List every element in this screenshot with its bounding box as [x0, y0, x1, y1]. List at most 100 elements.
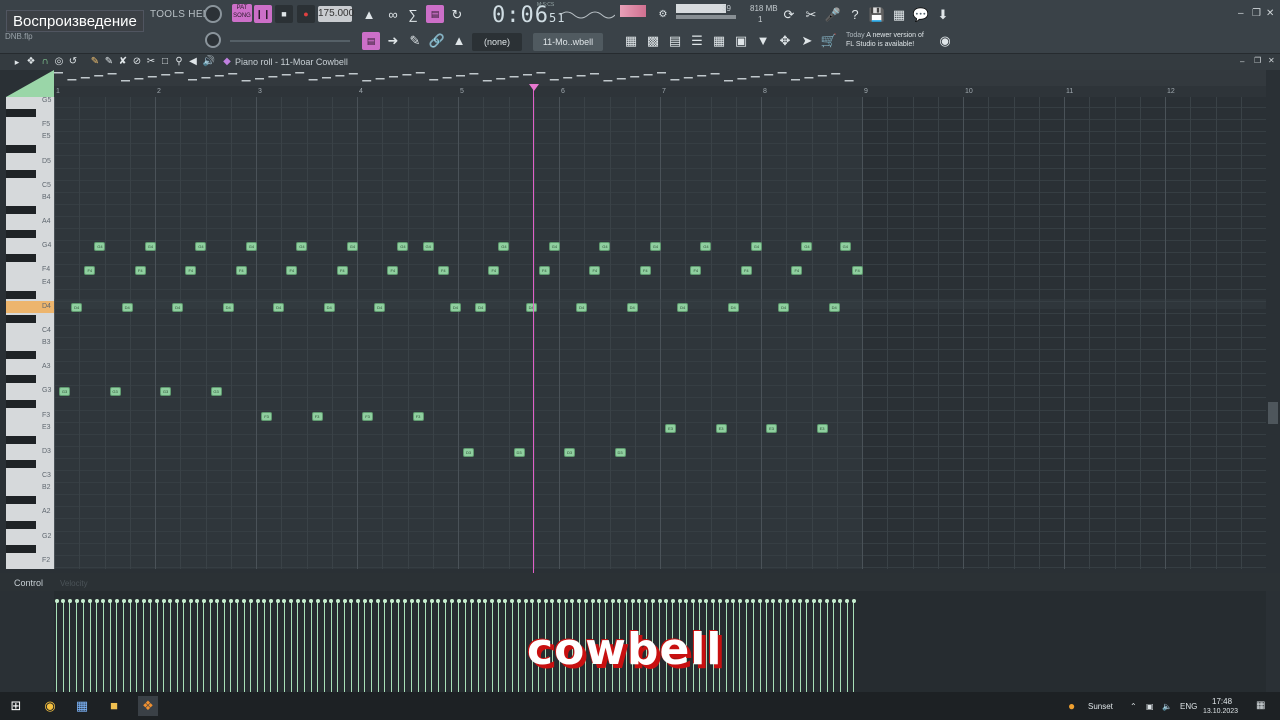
velocity-handle[interactable] — [664, 599, 669, 603]
store-app-icon[interactable]: ▦ — [72, 696, 92, 716]
velocity-bar[interactable] — [799, 602, 801, 692]
velocity-handle[interactable] — [188, 599, 193, 603]
note[interactable]: F4 — [235, 266, 247, 276]
loop-record-icon[interactable]: ↻ — [448, 6, 466, 24]
velocity-handle[interactable] — [168, 599, 173, 603]
black-key[interactable] — [6, 375, 36, 384]
velocity-handle[interactable] — [275, 599, 280, 603]
velocity-bar[interactable] — [56, 602, 57, 692]
velocity-handle[interactable] — [423, 599, 427, 603]
note[interactable]: G4 — [801, 242, 813, 252]
chat-icon[interactable]: 💬 — [912, 6, 930, 24]
note[interactable]: D4 — [525, 302, 537, 312]
store-icon[interactable]: 🛒 — [820, 32, 838, 50]
velocity-handle[interactable] — [570, 599, 575, 603]
globe-icon[interactable]: ◉ — [936, 32, 954, 50]
note[interactable]: D4 — [374, 302, 386, 312]
velocity-bar[interactable] — [484, 602, 486, 692]
velocity-bar[interactable] — [290, 602, 292, 692]
pause-button[interactable]: ❙❙ — [254, 5, 272, 23]
velocity-bar[interactable] — [243, 602, 245, 692]
note[interactable]: G4 — [750, 242, 762, 252]
velocity-handle[interactable] — [851, 599, 856, 603]
velocity-handle[interactable] — [630, 599, 635, 603]
stop-button[interactable]: ■ — [275, 5, 293, 23]
velocity-bar[interactable] — [277, 602, 279, 692]
volume-icon[interactable]: 🔈 — [1162, 702, 1172, 711]
song-position[interactable]: 0:0651 — [492, 3, 565, 28]
weather-icon[interactable]: ● — [1068, 699, 1075, 713]
velocity-bar[interactable] — [337, 602, 339, 692]
velocity-bar[interactable] — [478, 602, 480, 692]
clock-date[interactable]: 13.10.2023 — [1203, 708, 1238, 715]
velocity-handle[interactable] — [811, 599, 816, 603]
velocity-bar[interactable] — [779, 602, 781, 692]
velocity-handle[interactable] — [784, 599, 789, 603]
velocity-bar[interactable] — [82, 602, 84, 692]
velocity-handle[interactable] — [670, 599, 675, 603]
velocity-bar[interactable] — [62, 602, 64, 692]
note[interactable]: G4 — [144, 242, 156, 252]
velocity-handle[interactable] — [838, 599, 843, 603]
velocity-handle[interactable] — [329, 599, 334, 603]
velocity-handle[interactable] — [101, 599, 106, 603]
velocity-handle[interactable] — [657, 599, 662, 603]
velocity-handle[interactable] — [476, 599, 481, 603]
velocity-handle[interactable] — [54, 599, 59, 603]
black-key[interactable] — [6, 496, 36, 505]
velocity-bar[interactable] — [739, 602, 741, 692]
velocity-handle[interactable] — [322, 599, 327, 603]
velocity-handle[interactable] — [88, 599, 92, 603]
velocity-handle[interactable] — [67, 599, 72, 603]
black-key[interactable] — [6, 520, 36, 529]
velocity-bar[interactable] — [525, 602, 526, 692]
pattern-select[interactable]: 11-Mo..wbell — [533, 33, 603, 51]
velocity-bar[interactable] — [471, 602, 473, 692]
velocity-handle[interactable] — [155, 599, 159, 603]
velocity-handle[interactable] — [201, 599, 206, 603]
velocity-bar[interactable] — [297, 602, 299, 692]
record-button[interactable]: ● — [297, 5, 315, 23]
velocity-handle[interactable] — [108, 599, 113, 603]
velocity-handle[interactable] — [744, 599, 749, 603]
note[interactable]: D4 — [677, 302, 689, 312]
velocity-bar[interactable] — [283, 602, 285, 692]
velocity-handle[interactable] — [255, 599, 260, 603]
maximize-icon[interactable]: ❐ — [1252, 8, 1261, 19]
velocity-handle[interactable] — [61, 599, 66, 603]
velocity-bar[interactable] — [772, 602, 774, 692]
velocity-handle[interactable] — [128, 599, 133, 603]
velocity-handle[interactable] — [704, 599, 709, 603]
velocity-bar[interactable] — [123, 602, 124, 692]
master-volume-knob[interactable] — [204, 5, 222, 23]
tempo-tap-icon[interactable]: ✥ — [776, 32, 794, 50]
black-key[interactable] — [6, 314, 36, 323]
note[interactable]: D4 — [323, 302, 335, 312]
note[interactable]: D4 — [172, 302, 184, 312]
velocity-handle[interactable] — [845, 599, 850, 603]
velocity-bar[interactable] — [190, 602, 191, 692]
browser-icon[interactable]: ▦ — [710, 32, 728, 50]
note[interactable]: G4 — [397, 242, 409, 252]
undo-history-icon[interactable]: ⟳ — [780, 6, 798, 24]
tempo-display[interactable]: 175.000 — [318, 6, 354, 22]
playlist-icon[interactable]: ▩ — [644, 32, 662, 50]
velocity-handle[interactable] — [181, 599, 186, 603]
bar-ruler[interactable] — [54, 86, 1266, 97]
velocity-handle[interactable] — [677, 599, 682, 603]
start-icon[interactable]: ⊞ — [6, 696, 26, 716]
velocity-bar[interactable] — [451, 602, 453, 692]
velocity-handle[interactable] — [409, 599, 414, 603]
brush-icon[interactable]: ✎ — [406, 32, 424, 50]
note-grid[interactable] — [54, 97, 1266, 569]
note[interactable]: F3 — [261, 411, 273, 421]
note[interactable]: E3 — [715, 423, 727, 433]
velocity-bar[interactable] — [156, 602, 158, 692]
velocity-handle[interactable] — [208, 599, 213, 603]
velocity-handle[interactable] — [242, 599, 247, 603]
note[interactable]: F4 — [740, 266, 752, 276]
velocity-bar[interactable] — [76, 602, 78, 692]
velocity-bar[interactable] — [431, 602, 433, 692]
velocity-handle[interactable] — [376, 599, 381, 603]
mic-icon[interactable]: 🎤 — [824, 6, 842, 24]
